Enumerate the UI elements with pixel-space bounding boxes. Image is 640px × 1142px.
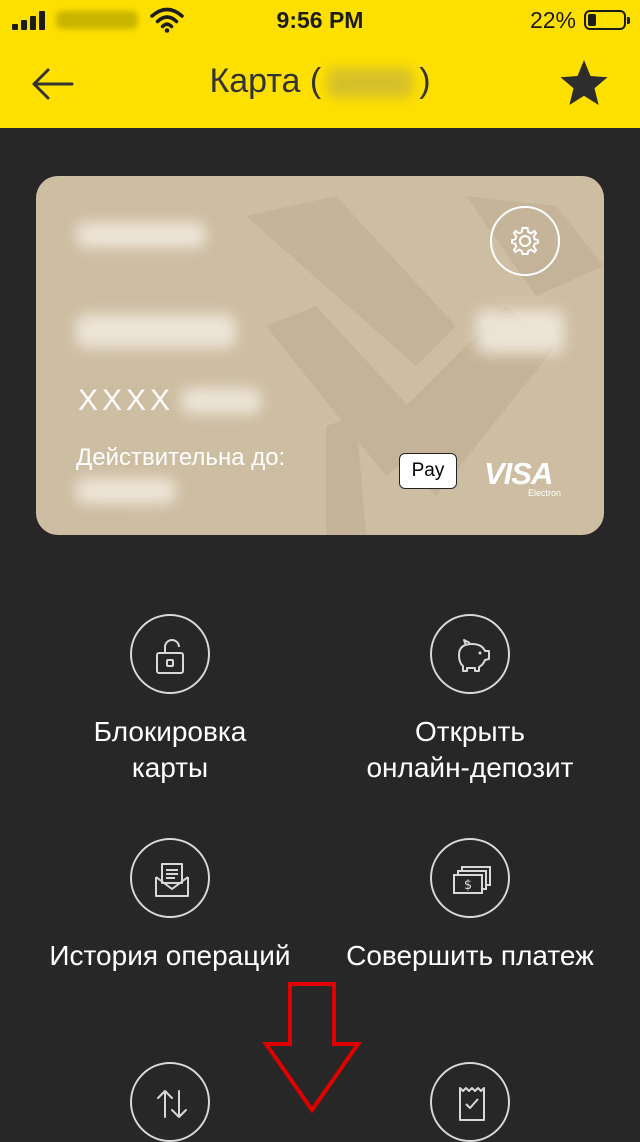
receipt-action[interactable] xyxy=(320,1062,620,1142)
page-title-text: Карта ( xyxy=(209,62,322,100)
operations-history-label: История операций xyxy=(20,938,320,974)
gear-icon xyxy=(511,227,539,255)
block-card-label: Блокировка карты xyxy=(20,714,320,786)
envelope-history-icon xyxy=(155,863,189,897)
operations-history-label-line1: История операций xyxy=(49,940,291,971)
card-balance-label-redacted xyxy=(76,222,206,248)
padlock-icon xyxy=(156,639,184,674)
card-number-redacted xyxy=(327,68,414,99)
red-down-arrow-annotation xyxy=(262,982,362,1114)
card-expiry-redacted xyxy=(76,478,176,504)
transfer-icon-circle xyxy=(130,1062,210,1142)
svg-text:$: $ xyxy=(464,878,472,893)
favorite-star-button[interactable] xyxy=(558,58,610,110)
open-deposit-icon-circle xyxy=(430,614,510,694)
top-bar: 9:56 PM 22% Карта () xyxy=(0,0,640,128)
make-payment-label: Совершить платеж xyxy=(320,938,620,974)
battery-icon xyxy=(584,10,630,30)
card-valid-until-label: Действительна до: xyxy=(76,444,286,471)
make-payment-label-line1: Совершить платеж xyxy=(346,940,594,971)
history-icon-circle xyxy=(130,838,210,918)
bank-card[interactable]: XXXX Действительна до: Pay VISA Electron xyxy=(36,176,604,535)
page-title: Карта () xyxy=(0,62,640,101)
card-settings-button[interactable] xyxy=(490,206,560,276)
battery-percent: 22% xyxy=(529,7,576,33)
block-card-label-line2: карты xyxy=(131,752,209,783)
payment-icon-circle: $ xyxy=(430,838,510,918)
open-deposit-action[interactable]: Открыть онлайн-депозит xyxy=(320,614,620,794)
make-payment-action[interactable]: $ Совершить платеж xyxy=(320,838,620,978)
block-card-label-line1: Блокировка xyxy=(93,716,247,747)
status-bar: 9:56 PM 22% xyxy=(0,0,640,40)
operations-history-action[interactable]: История операций xyxy=(20,838,320,978)
transfer-arrows-icon xyxy=(157,1090,187,1118)
card-masked-number: XXXX xyxy=(78,384,175,417)
card-number-tail-redacted xyxy=(181,388,261,414)
block-card-icon-circle xyxy=(130,614,210,694)
block-card-action[interactable]: Блокировка карты xyxy=(20,614,320,794)
card-limit-redacted xyxy=(476,310,564,354)
open-deposit-label: Открыть онлайн-депозит xyxy=(320,714,620,786)
apple-pay-label: Pay xyxy=(411,460,445,481)
page-title-suffix: ) xyxy=(419,62,431,100)
header: Карта () xyxy=(0,40,640,128)
visa-logo: VISA xyxy=(484,456,553,491)
open-deposit-label-line1: Открыть xyxy=(415,716,525,747)
visa-electron-label: Electron xyxy=(528,488,562,498)
piggy-bank-icon xyxy=(458,639,490,672)
money-stack-icon: $ xyxy=(453,866,491,894)
card-balance-redacted xyxy=(76,314,236,348)
open-deposit-label-line2: онлайн-депозит xyxy=(366,752,574,783)
receipt-icon-circle xyxy=(430,1062,510,1142)
receipt-check-icon xyxy=(459,1087,485,1121)
apple-pay-badge[interactable]: Pay xyxy=(399,453,457,489)
